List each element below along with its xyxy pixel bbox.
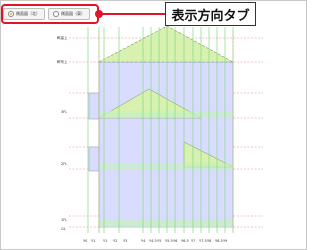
x-tick-label: Y6	[173, 239, 177, 243]
tab-label: 側面図（北）	[16, 11, 40, 16]
level-label-gl: GL	[61, 227, 66, 231]
tab-side-north[interactable]: 側面図（北）	[3, 8, 45, 20]
x-tick-label: Y6.5	[181, 239, 189, 243]
x-tick-label: Y7	[191, 239, 195, 243]
level-label-3fl: 3FL	[61, 110, 67, 114]
elevation-drawing: 軒高上 軒桁上 3FL 2FL 1FL GL Y0 Y1 Y1 Y2 Y3 Y4 Y4.5 Y…	[57, 25, 263, 243]
level-label-2fl: 2FL	[61, 162, 67, 166]
x-tick-label: Y7.5	[199, 239, 207, 243]
level-label-eave: 軒桁上	[57, 59, 68, 64]
x-tick-label: Y8.5	[215, 239, 223, 243]
x-axis-ticks: Y0 Y1 Y1 Y2 Y3 Y4 Y4.5 Y5 Y5.5 Y6 Y6.5 Y7 Y7.5 Y8 Y8.5…	[83, 239, 227, 243]
balcony-upper	[88, 92, 100, 120]
level-label-1fl: 1FL	[61, 218, 67, 222]
level-label-top: 軒高上	[57, 35, 68, 40]
x-tick-label: Y0	[83, 239, 87, 243]
x-tick-label: Y5	[157, 239, 161, 243]
x-tick-label: Y2	[113, 239, 117, 243]
balcony-lower	[88, 146, 100, 172]
x-tick-label: Y1	[103, 239, 107, 243]
callout-leader-line	[99, 13, 169, 15]
callout-label: 表示方向タブ	[165, 2, 256, 26]
x-tick-label: Y1	[91, 239, 95, 243]
tab-side-east[interactable]: 側面図（東）	[48, 8, 90, 20]
elevation-view-window: 軒高上 軒桁上 3FL 2FL 1FL GL Y0 Y1 Y1 Y2 Y3 Y4 Y4.5 Y…	[0, 0, 307, 250]
x-tick-label: Y8	[207, 239, 211, 243]
tab-label: 側面図（東）	[61, 11, 85, 16]
x-tick-label: Y9	[223, 239, 227, 243]
radio-icon	[53, 11, 59, 17]
radio-icon	[8, 11, 14, 17]
x-tick-label: Y4	[141, 239, 146, 243]
x-tick-label: Y3	[123, 239, 127, 243]
x-tick-label: Y5.5	[165, 239, 173, 243]
x-tick-label: Y4.5	[149, 239, 157, 243]
